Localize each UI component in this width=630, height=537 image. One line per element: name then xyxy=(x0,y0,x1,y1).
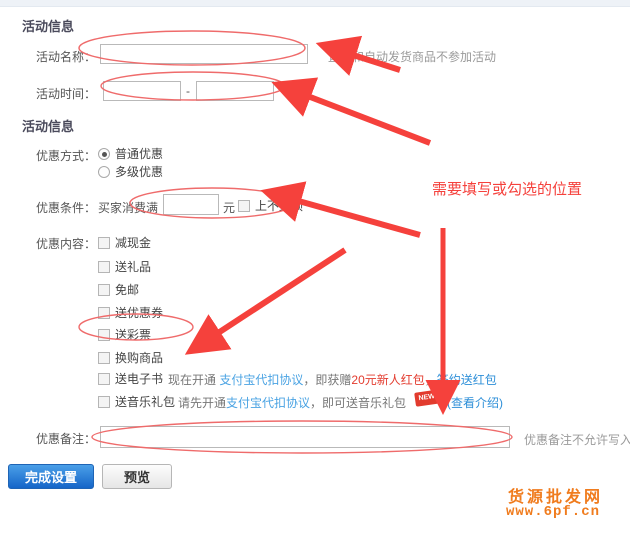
label-promo-condition: 优惠条件： xyxy=(36,201,97,215)
activity-time-end-input[interactable] xyxy=(196,81,274,101)
section-title-activity-info: 活动信息 xyxy=(22,19,75,34)
radio-normal-label: 普通优惠 xyxy=(115,147,164,161)
view-intro-link-wrap: (查看介绍) xyxy=(447,394,503,411)
promo-condition-unit: 元 xyxy=(223,201,236,215)
ebook-note-tail: ， xyxy=(424,373,437,387)
form-page: 活动信息 活动名称： 直冲和自动发货商品不参加活动 活动时间： - 活动信息 优… xyxy=(0,6,630,537)
new-badge-icon: NEW! xyxy=(414,389,442,407)
activity-time-separator: - xyxy=(186,84,190,98)
promo-amount-input[interactable] xyxy=(163,194,219,215)
music-note-pre: 请先开通 xyxy=(178,396,227,410)
view-intro-link[interactable]: (查看介绍) xyxy=(447,396,503,410)
free-gift-checkbox-icon[interactable] xyxy=(98,261,110,273)
ebook-label: 送电子书 xyxy=(115,372,164,386)
label-promo-remark: 优惠备注： xyxy=(36,432,97,446)
radio-option-normal[interactable]: 普通优惠 xyxy=(98,145,163,162)
radio-normal-icon[interactable] xyxy=(98,148,110,160)
exchange-goods-checkbox-icon[interactable] xyxy=(98,352,110,364)
radio-multilevel-label: 多级优惠 xyxy=(115,165,164,179)
sign-red-packet-link[interactable]: 签约送红包 xyxy=(437,373,497,387)
radio-option-multilevel[interactable]: 多级优惠 xyxy=(98,163,163,180)
checkbox-exchange-goods[interactable]: 换购商品 xyxy=(98,349,163,366)
free-gift-label: 送礼品 xyxy=(115,260,152,274)
music-pack-label: 送音乐礼包 xyxy=(115,395,176,409)
cash-discount-checkbox-icon[interactable] xyxy=(98,237,110,249)
watermark-url: www.6pf.cn xyxy=(506,504,601,520)
coupon-label: 送优惠券 xyxy=(115,306,164,320)
submit-button[interactable]: 完成设置 xyxy=(8,464,94,489)
ebook-checkbox-icon[interactable] xyxy=(98,373,110,385)
section-title-promo-info: 活动信息 xyxy=(22,119,75,134)
checkbox-free-shipping[interactable]: 免邮 xyxy=(98,281,139,298)
cash-discount-label: 减现金 xyxy=(115,236,152,250)
music-pack-checkbox-icon[interactable] xyxy=(98,396,110,408)
ebook-note-pre: 现在开通 xyxy=(168,373,217,387)
checkbox-music-pack[interactable]: 送音乐礼包 xyxy=(98,393,175,410)
promo-condition-prefix: 买家消费满 xyxy=(98,201,159,215)
exchange-goods-label: 换购商品 xyxy=(115,351,164,365)
alipay-agreement-link-1[interactable]: 支付宝代扣协议 xyxy=(219,373,303,387)
checkbox-lottery[interactable]: 送彩票 xyxy=(98,326,151,343)
coupon-checkbox-icon[interactable] xyxy=(98,307,110,319)
activity-name-hint: 直冲和自动发货商品不参加活动 xyxy=(328,50,497,64)
preview-button[interactable]: 预览 xyxy=(102,464,172,489)
no-cap-checkbox-icon[interactable] xyxy=(238,200,250,212)
lottery-label: 送彩票 xyxy=(115,328,152,342)
promo-remark-hint: 优惠备注不允许写入 xyxy=(524,433,630,447)
radio-multilevel-icon[interactable] xyxy=(98,166,110,178)
checkbox-coupon[interactable]: 送优惠券 xyxy=(98,304,163,321)
ebook-note-mid: ，即获赠 xyxy=(303,373,352,387)
checkbox-free-gift[interactable]: 送礼品 xyxy=(98,258,151,275)
promo-remark-input[interactable] xyxy=(100,426,510,448)
activity-name-input[interactable] xyxy=(100,44,308,64)
activity-time-start-input[interactable] xyxy=(103,81,181,101)
checkbox-no-cap[interactable]: 上不封顶 xyxy=(238,197,303,214)
free-shipping-label: 免邮 xyxy=(115,283,140,297)
checkbox-cash-discount[interactable]: 减现金 xyxy=(98,234,151,251)
lottery-checkbox-icon[interactable] xyxy=(98,329,110,341)
annotation-text: 需要填写或勾选的位置 xyxy=(432,181,583,198)
label-promo-content: 优惠内容： xyxy=(36,237,97,251)
ebook-note-highlight: 20元新人红包 xyxy=(351,373,425,387)
label-promo-method: 优惠方式： xyxy=(36,149,97,163)
label-activity-name: 活动名称： xyxy=(36,50,97,64)
label-activity-time: 活动时间： xyxy=(36,87,97,101)
no-cap-label: 上不封顶 xyxy=(255,199,304,213)
free-shipping-checkbox-icon[interactable] xyxy=(98,284,110,296)
music-note: 请先开通支付宝代扣协议，即可送音乐礼包 xyxy=(178,394,406,411)
ebook-note: 现在开通 支付宝代扣协议，即获赠20元新人红包，签约送红包 xyxy=(168,371,497,388)
checkbox-ebook[interactable]: 送电子书 xyxy=(98,370,163,387)
alipay-agreement-link-2[interactable]: 支付宝代扣协议 xyxy=(226,396,310,410)
music-note-mid: ，即可送音乐礼包 xyxy=(310,396,407,410)
